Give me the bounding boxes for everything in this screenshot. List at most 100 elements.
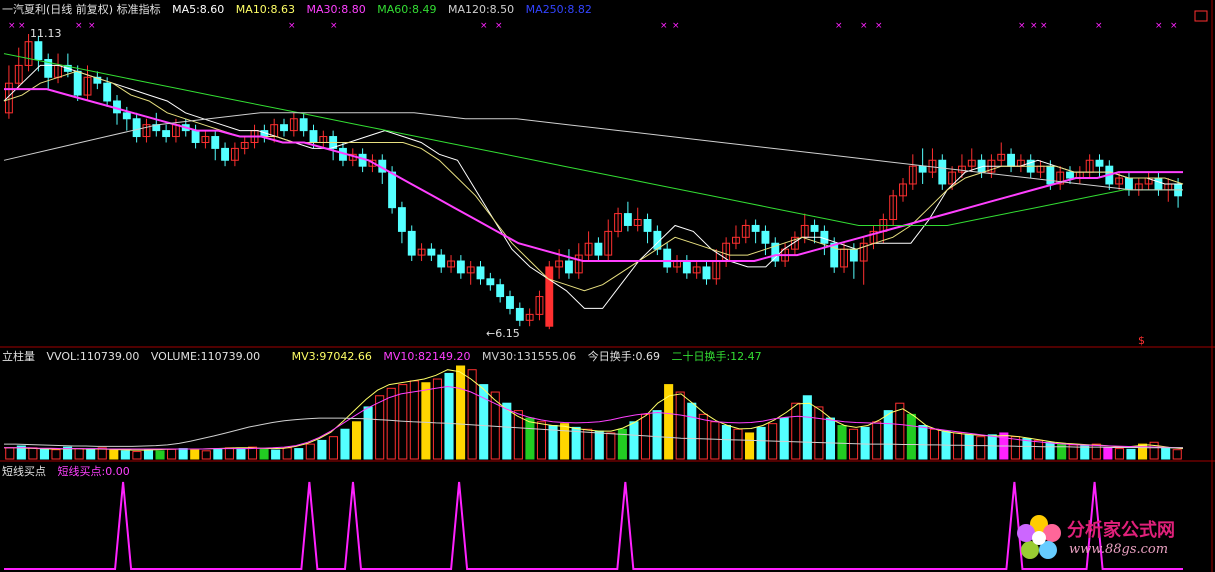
volume-bar [987,434,997,460]
candle [201,130,210,149]
signal-spike-line [4,481,1183,570]
volume-bar [1033,439,1044,460]
candle [938,154,947,190]
stock-chart[interactable]: × × × × × × × × × × × × × × × × × × × [0,0,1215,572]
candle-body [506,296,514,309]
candle [319,130,328,149]
candle [1134,178,1143,196]
candle-body [1046,165,1055,185]
candle [879,213,888,244]
candle-body [221,147,230,161]
candle-body [1066,171,1074,179]
candle [889,189,898,226]
candle-body [623,213,632,226]
volume-bar [629,421,639,460]
volume-bar [39,448,50,460]
candle [466,261,475,285]
volume-bar [236,448,246,460]
volume-bars [5,365,1182,460]
volume-bar [895,402,905,460]
candle [702,261,711,285]
candle [407,225,416,262]
volume-bar [606,432,616,460]
candle-body [397,207,406,232]
candle [427,243,436,262]
candle-body [849,248,858,262]
cross-marker: × [1170,21,1178,31]
candle [1075,166,1084,184]
candle [810,219,819,244]
volume-bar [560,423,570,460]
volume-label: VOLUME:110739.00 [150,350,261,363]
main-panel-header: 一汽夏利(日线 前复权) 标准指标 MA5:8.60 MA10:8.63 MA3… [2,3,600,16]
candle-body [476,266,485,280]
cross-marker: × [288,21,296,31]
volume-panel-header: 立柱量 VVOL:110739.00 VOLUME:110739.00 MV3:… [2,350,770,363]
cross-marker: × [660,21,668,31]
candle [1144,172,1153,190]
candle-body [1154,177,1163,191]
cross-marker: × [495,21,503,31]
volume-bar [305,443,315,460]
candle-body [34,41,43,60]
volume-bar [456,365,466,460]
candle-body [545,266,554,327]
signal-value-label: 短线买点:0.00 [57,465,130,478]
candle-body [702,266,711,280]
volume-bar [906,413,916,460]
volume-bar [525,417,535,460]
volume-bar [432,378,443,460]
site-logo[interactable]: 分析家公式网 www.88gs.com [1009,508,1209,568]
volume-bar [744,432,755,460]
volume-bar [213,448,223,460]
candle-body [427,248,436,256]
candle-body [456,260,465,274]
volume-bar [155,450,165,460]
candle [142,118,151,143]
candle [623,201,632,232]
volume-bar [120,450,130,460]
cross-marker: × [1155,21,1163,31]
cross-marker: × [835,21,843,31]
candle [132,112,141,143]
candle-body [309,130,318,143]
ma60-line [3,53,1183,226]
volume-bar [421,382,431,460]
logo-url: www.88gs.com [1069,542,1169,557]
volume-bar [259,448,269,460]
candle [1085,154,1094,179]
ma5-line [3,64,1183,309]
cross-marker: × [1095,21,1103,31]
volume-bar [976,436,986,460]
candle [486,272,495,291]
candle [437,249,446,273]
cross-marker: × [75,21,83,31]
candle [506,290,514,315]
volume-bar [594,430,604,460]
candle-body [1125,177,1133,191]
candle [191,124,200,149]
volume-bar [351,421,362,460]
candle [604,219,613,262]
volume-bar [190,449,200,460]
cross-marker: × [860,21,868,31]
volume-bar [28,447,38,460]
volume-bar [51,449,61,460]
candle [496,278,505,303]
volume-ma-lines [4,369,1184,451]
signal-panel-header: 短线买点 短线买点:0.00 [2,465,138,478]
ma60-label: MA60:8.49 [377,3,437,16]
candle [594,237,603,262]
candle-body [1095,159,1104,167]
vvol-label: VVOL:110739.00 [46,350,140,363]
candle [476,261,485,285]
volume-bar [109,449,119,460]
moving-average-lines [3,53,1184,309]
ma250-label: MA250:8.82 [525,3,592,16]
volume-bar [929,428,940,460]
volume-bar [1161,447,1171,460]
volume-bar [375,395,385,460]
candle-body [280,124,288,132]
candle [545,261,554,330]
volume-bar [1080,445,1090,460]
